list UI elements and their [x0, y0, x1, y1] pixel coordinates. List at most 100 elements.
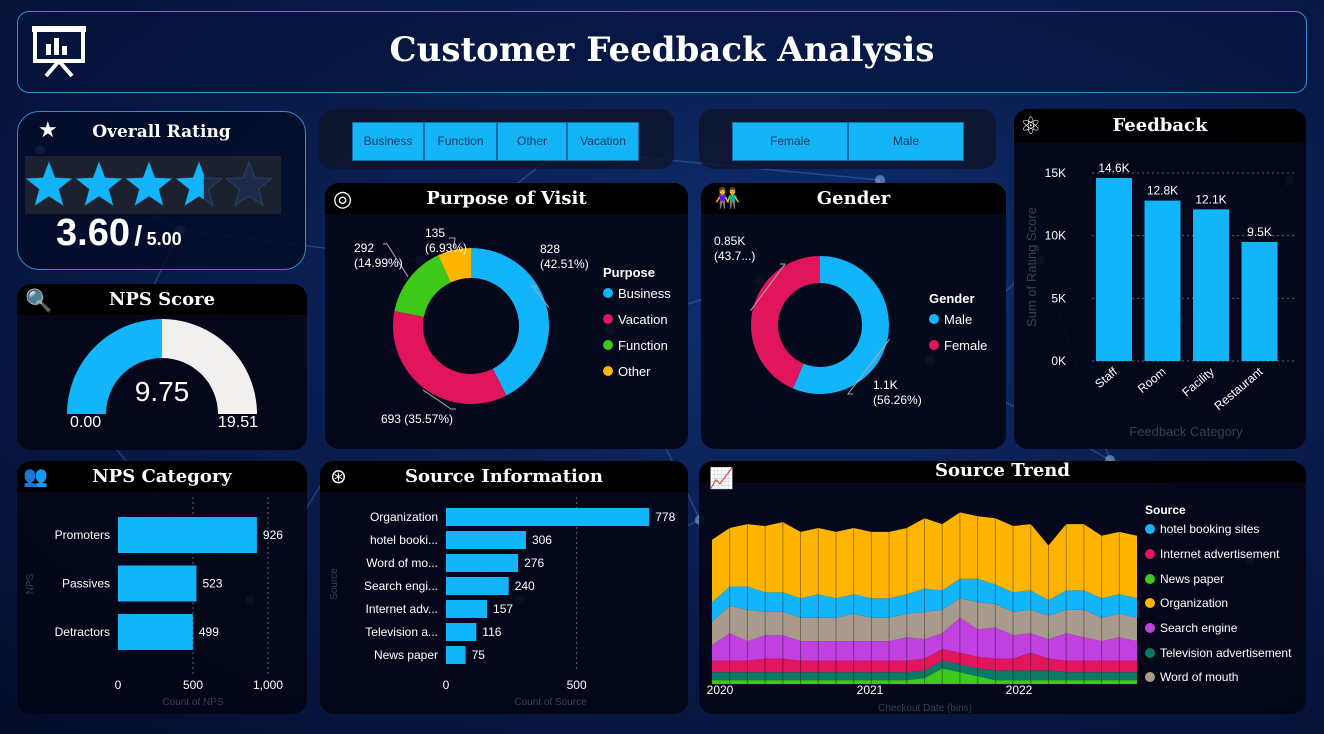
data-label-internet-adv: 157 [493, 602, 513, 616]
y-axis-title: Source [329, 568, 340, 600]
data-label-restaurant: 9.5K [1247, 225, 1272, 239]
legend-marker [1145, 623, 1155, 634]
donut-slice-function [394, 255, 451, 317]
y-tick-label: 5K [1051, 291, 1066, 305]
purpose-slicer: Business Function Other Vacation [319, 109, 674, 169]
x-tick-label-2022: 2022 [1006, 683, 1033, 697]
legend-item-news-paper[interactable]: News paper [1145, 566, 1291, 591]
legend-item-business[interactable]: Business [603, 280, 671, 306]
nps-category-card: NPS Category 👥 0 500 1,000 NPS Count of NPS P… [17, 461, 307, 714]
data-label-organization: 778 [655, 510, 675, 524]
legend-item-organization[interactable]: Organization [1145, 591, 1291, 616]
data-label-line: (56.26%) [873, 393, 922, 407]
legend-label: Organization [1160, 596, 1229, 611]
data-label-line: (43.7...) [714, 249, 755, 263]
slicer-option-other[interactable]: Other [497, 122, 567, 161]
legend-label: Function [618, 337, 668, 353]
y-tick-label-passives: Passives [62, 577, 110, 591]
nps-category-bar-chart: 0 500 1,000 NPS Count of NPS Promoters 926 Pass… [25, 497, 283, 708]
legend-marker [929, 314, 939, 324]
rating-max: 5.00 [146, 229, 182, 249]
x-tick-label: 500 [567, 678, 587, 692]
bar-passives [118, 565, 197, 602]
slicer-option-vacation[interactable]: Vacation [567, 122, 639, 161]
bar-facility [1193, 209, 1229, 361]
data-label-other: 135 (6.93%) [425, 226, 467, 255]
slicer-option-male[interactable]: Male [848, 122, 964, 161]
purpose-legend: Purpose Business Vacation Function Other [603, 265, 671, 384]
purpose-legend-title: Purpose [603, 265, 656, 280]
bar-search-engi [446, 577, 509, 595]
source-information-card: Source Information ⊛ 0 500 Source Count of … [320, 461, 688, 714]
data-label-line: (14.99%) [354, 256, 403, 270]
legend-label: Other [618, 363, 651, 379]
data-label-line: (6.93%) [425, 241, 467, 255]
data-label-television-a: 116 [482, 625, 501, 639]
data-label-line: 0.85K [714, 234, 745, 248]
slicer-option-function[interactable]: Function [424, 122, 497, 161]
legend-marker [603, 288, 613, 298]
legend-marker [1145, 672, 1155, 683]
slicer-option-female[interactable]: Female [732, 122, 848, 161]
target-icon: ◎ [333, 186, 353, 211]
legend-item-function[interactable]: Function [603, 332, 671, 358]
gender-card: Gender 👫 1.1K (56.26%) 0.85K (43.7...) Gend… [701, 183, 1006, 449]
data-label-line: 693 (35.57%) [381, 412, 453, 426]
legend-item-word-of-mouth[interactable]: Word of mouth [1145, 665, 1291, 690]
gender-legend: Gender Male Female [929, 291, 987, 358]
purpose-donut-chart: 828 (42.51%) 693 (35.57%) 292 (14.99%) 135 (6.… [354, 226, 589, 426]
legend-marker [1145, 598, 1155, 609]
data-label-line: 135 [425, 226, 445, 240]
gender-donut-chart: 1.1K (56.26%) 0.85K (43.7...) [714, 234, 922, 407]
slicer-option-business[interactable]: Business [352, 122, 424, 161]
y-tick-label-promoters: Promoters [55, 528, 110, 542]
data-label-room: 12.8K [1147, 184, 1178, 198]
source-trend-card: Source Trend 📈 2020 2021 2022 Checkout Date… [699, 461, 1306, 714]
legend-item-internet-advertisement[interactable]: Internet advertisement [1145, 542, 1291, 567]
legend-item-search-engine[interactable]: Search engine [1145, 616, 1291, 641]
bar-television-a [446, 623, 477, 641]
data-label-line: 1.1K [873, 378, 898, 392]
data-label-facility: 12.1K [1195, 192, 1226, 206]
legend-label: Business [618, 285, 671, 301]
data-label-business: 828 (42.51%) [540, 242, 589, 271]
x-tick-label: 500 [183, 678, 203, 692]
data-label-line: (42.51%) [540, 257, 589, 271]
y-tick-label-news-paper: News paper [374, 648, 438, 662]
legend-item-other[interactable]: Other [603, 358, 671, 384]
legend-marker [1145, 524, 1155, 535]
y-tick-label-television-a: Television a... [365, 625, 438, 639]
data-label-function: 292 (14.99%) [354, 241, 403, 270]
legend-label: News paper [1160, 571, 1225, 586]
legend-marker [1145, 549, 1155, 560]
y-tick-label-internet-adv: Internet adv... [366, 602, 439, 616]
y-tick-label-organization: Organization [370, 510, 438, 524]
data-label-word-of-mo: 276 [524, 556, 544, 570]
bar-restaurant [1241, 241, 1278, 361]
data-label-promoters: 926 [263, 528, 283, 542]
data-label-male: 1.1K (56.26%) [873, 378, 922, 407]
purpose-title: Purpose of Visit [325, 183, 688, 214]
legend-label: Vacation [618, 311, 668, 327]
legend-item-hotel-booking-sites[interactable]: hotel booking sites [1145, 517, 1291, 542]
legend-marker [929, 340, 939, 350]
legend-item-female[interactable]: Female [929, 332, 987, 358]
x-tick-label-room: Room [1135, 365, 1169, 396]
legend-item-male[interactable]: Male [929, 306, 987, 332]
nps-score-title: NPS Score [17, 284, 307, 315]
legend-label: Search engine [1160, 621, 1238, 636]
source-information-bar-chart: 0 500 Source Count of Source Organization 778… [329, 497, 676, 708]
bar-organization [446, 508, 650, 526]
legend-marker [603, 314, 613, 324]
purpose-of-visit-card: Purpose of Visit ◎ 828 (42.51%) 693 (35.57… [325, 183, 688, 449]
legend-item-television-advertisement[interactable]: Television advertisement [1145, 640, 1291, 665]
y-tick-label-hotel-booki: hotel booki... [370, 533, 438, 547]
x-tick-label-2020: 2020 [707, 683, 734, 697]
y-tick-label: 15K [1045, 166, 1066, 180]
data-label-line: 292 [354, 241, 374, 255]
bar-room [1144, 200, 1181, 361]
gender-legend-title: Gender [929, 291, 975, 306]
x-tick-label: 0 [115, 678, 122, 692]
legend-item-vacation[interactable]: Vacation [603, 306, 671, 332]
rating-stars [25, 156, 281, 214]
